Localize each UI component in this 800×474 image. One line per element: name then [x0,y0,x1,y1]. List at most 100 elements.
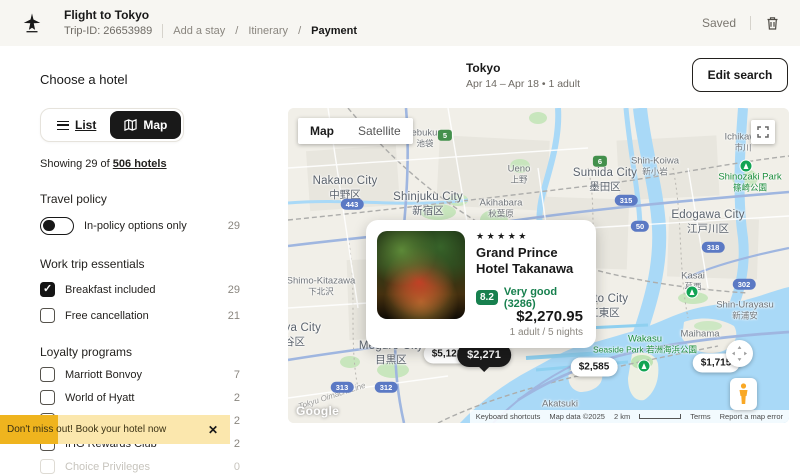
toggle-knob [43,220,55,232]
map-label-ueno: Ueno上野 [508,163,531,184]
expressway-shield: 5 [438,130,452,141]
map-label-shin-koiwa: Shin-Koiwa新小岩 [631,155,679,176]
section-loyalty-programs: Loyalty programs [40,345,240,359]
saved-status: Saved [702,16,736,30]
scale-bar [639,414,681,419]
filter-label: Choice Privileges [65,461,224,473]
hotel-map[interactable]: Map Satellite Ikebukuro池袋 Nakano City中野区… [288,108,789,423]
search-summary: Tokyo Apr 14 – Apr 18 • 1 adult [466,61,580,90]
edit-search-button[interactable]: Edit search [692,58,788,92]
map-view-button[interactable]: Map [110,111,181,139]
filter-marriott-bonvoy[interactable]: Marriott Bonvoy 7 [40,367,240,382]
map-label-shinozaki-park: Shinozaki Park篠崎公園 [718,171,781,192]
filter-free-cancellation[interactable]: Free cancellation 21 [40,308,240,323]
page-title: Choose a hotel [40,72,127,87]
hotel-card[interactable]: ★★★★★ Grand Prince Hotel Takanawa 8.2 Ve… [366,220,596,348]
filter-label: Free cancellation [65,310,218,322]
filter-count: 0 [234,461,240,473]
checkbox-disabled-icon [40,459,55,474]
hotel-occupancy: 1 adult / 5 nights [510,327,583,338]
promo-banner: Don't miss out! Book your hotel now ✕ [0,415,230,444]
view-toggle: List Map [40,108,184,142]
map-label-sumida: Sumida City墨田区 [573,167,637,193]
trash-icon[interactable] [765,15,780,31]
terms-link[interactable]: Terms [690,412,710,421]
map-label-edogawa: Edogawa City江戸川区 [671,209,744,235]
fullscreen-button[interactable] [751,120,775,144]
breadcrumb-separator: / [235,25,238,37]
rating-review-text: Very good (3286) [504,286,585,310]
results-count-prefix: Showing 29 of [40,158,113,170]
price-marker[interactable]: $2,585 [571,358,618,377]
map-type-satellite-button[interactable]: Satellite [346,118,413,144]
route-shield: 443 [341,199,364,210]
breadcrumb-payment[interactable]: Payment [311,25,357,37]
filter-label: Marriott Bonvoy [65,369,224,381]
map-attribution: Keyboard shortcuts Map data ©2025 2 km T… [470,410,789,423]
map-label-shimo-kitazawa: Shimo-Kitazawa下北沢 [288,275,355,296]
pan-control[interactable] [726,340,753,367]
hotel-price: $2,270.95 [510,308,583,325]
filter-count: 2 [234,392,240,404]
section-work-trip-essentials: Work trip essentials [40,257,240,271]
filter-count: 29 [228,284,240,296]
map-label-nakano: Nakano City中野区 [313,175,378,201]
filter-count: 2 [234,438,240,450]
breadcrumb-add-a-stay[interactable]: Add a stay [173,25,225,37]
park-pin-icon [686,286,699,299]
map-icon [124,119,137,131]
map-type-control: Map Satellite [298,118,413,144]
hotel-stars: ★★★★★ [476,231,585,242]
subheader: Choose a hotel Tokyo Apr 14 – Apr 18 • 1… [0,46,800,108]
rating-badge: 8.2 [476,290,498,305]
route-shield: 313 [331,382,354,393]
trip-title: Flight to Tokyo [64,8,357,22]
park-pin-icon [740,160,753,173]
checkbox-icon[interactable] [40,390,55,405]
map-label-setagaya: Setagaya City世田谷区 [288,322,321,348]
expressway-shield: 6 [593,156,607,167]
filter-count: 7 [234,369,240,381]
dates-occupancy: Apr 14 – Apr 18 • 1 adult [466,78,580,90]
breadcrumb-separator: / [298,25,301,37]
list-view-button[interactable]: List [43,111,110,139]
destination: Tokyo [466,61,580,75]
list-view-label: List [75,118,96,132]
results-count-link[interactable]: 506 hotels [113,158,167,170]
filter-label: Breakfast included [65,284,218,296]
policy-toggle[interactable] [40,217,74,235]
park-pin-icon [638,360,651,373]
street-view-pegman[interactable] [730,378,757,410]
map-label-akihabara: Akihabara秋葉原 [480,197,523,218]
checkbox-icon[interactable] [40,367,55,382]
section-travel-policy: Travel policy [40,192,240,206]
filter-count: 21 [228,310,240,322]
map-label-akatsuki: Akatsuki [542,398,578,409]
map-view-label: Map [143,118,167,132]
map-label-shinjuku: Shinjuku City新宿区 [393,191,463,217]
app-header: Flight to Tokyo Trip-ID: 26653989 Add a … [0,0,800,46]
filter-choice-privileges: Choice Privileges 0 [40,459,240,474]
header-divider [750,16,751,30]
header-divider [162,24,163,38]
route-shield: 302 [733,279,756,290]
map-type-map-button[interactable]: Map [298,118,346,144]
google-logo: Google [296,404,339,418]
map-label-wakasu-park: WakasuSeaside Park 若洲海浜公園 [593,333,697,354]
checkbox-checked-icon[interactable] [40,282,55,297]
close-icon[interactable]: ✕ [208,423,230,437]
filter-count: 29 [228,220,240,232]
map-label-shin-urayasu: Shin-Urayasu新浦安 [716,299,774,320]
report-map-error-link[interactable]: Report a map error [720,412,783,421]
filter-in-policy[interactable]: In-policy options only 29 [40,217,240,235]
route-shield: 318 [702,242,725,253]
airplane-icon [0,12,64,34]
hotel-name: Grand Prince Hotel Takanawa [476,245,585,278]
route-shield: 315 [615,195,638,206]
filter-breakfast-included[interactable]: Breakfast included 29 [40,282,240,297]
checkbox-icon[interactable] [40,308,55,323]
breadcrumb-itinerary[interactable]: Itinerary [248,25,288,37]
keyboard-shortcuts-link[interactable]: Keyboard shortcuts [476,412,541,421]
filter-label: World of Hyatt [65,392,224,404]
filter-world-of-hyatt[interactable]: World of Hyatt 2 [40,390,240,405]
